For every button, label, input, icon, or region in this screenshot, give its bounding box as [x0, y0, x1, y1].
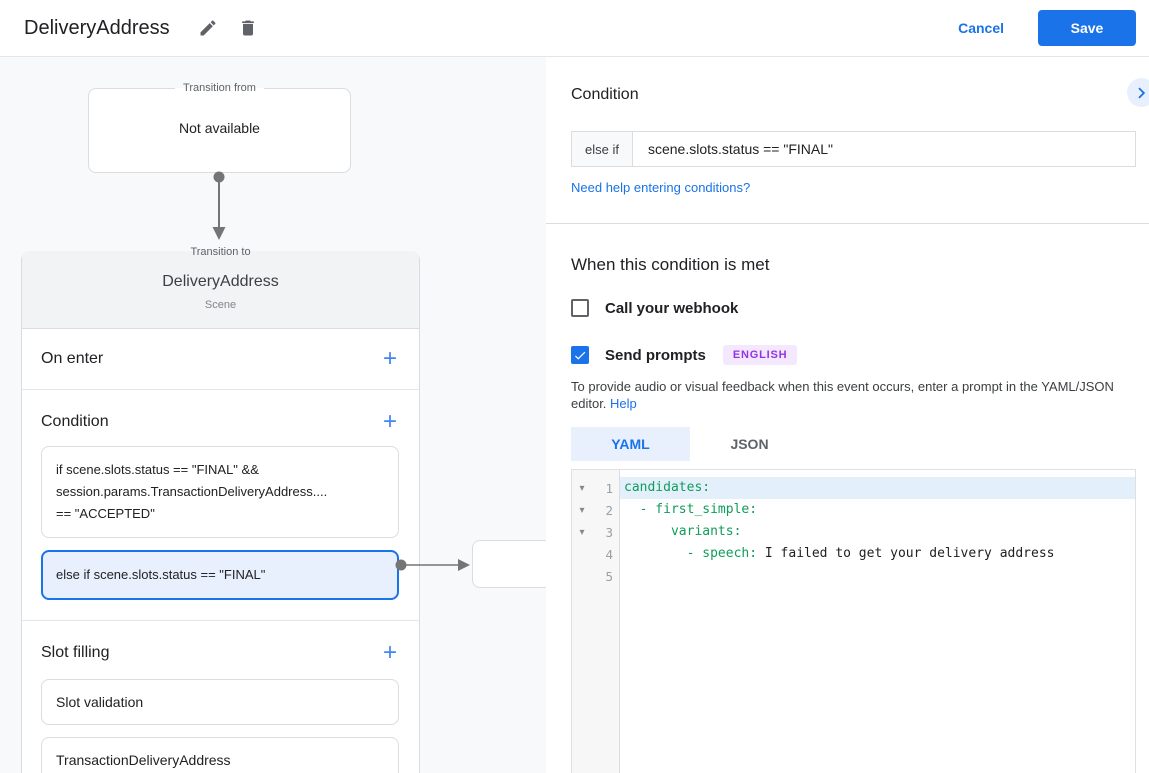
gutter-row: ▾ 3 — [572, 521, 619, 543]
transition-from-label: Transition from — [183, 82, 256, 94]
slot-filling-label: Slot filling — [41, 644, 110, 661]
line-number: 5 — [605, 568, 613, 584]
gutter-row: 5 — [572, 565, 619, 587]
condition-expression-input[interactable] — [632, 132, 1135, 166]
transition-to-label: Transition to — [190, 246, 251, 258]
condition-detail-panel: Condition else if Need help entering con… — [546, 57, 1149, 773]
plus-icon: + — [382, 639, 397, 666]
slot-filling-section: Slot filling + Slot validation Transacti… — [22, 621, 419, 773]
yaml-key-token: - speech: — [624, 546, 758, 561]
condition-transition-arrow — [395, 559, 470, 571]
line-number: 2 — [605, 502, 613, 518]
scene-diagram-panel: Transition from Not available Transition… — [0, 57, 546, 773]
editor-format-tabs: YAML JSON — [571, 427, 1136, 461]
yaml-key-token: - first_simple: — [624, 502, 758, 517]
line-number: 4 — [605, 546, 613, 562]
slot-item[interactable]: Slot validation — [41, 679, 399, 725]
fold-arrow-icon[interactable]: ▾ — [572, 505, 592, 516]
section-divider — [546, 223, 1149, 224]
editor-code[interactable]: candidates: - first_simple: variants: - … — [620, 470, 1135, 773]
code-line[interactable]: variants: — [620, 521, 1135, 543]
help-link[interactable]: Help — [610, 396, 637, 411]
condition-input-row: else if — [571, 131, 1136, 167]
condition-line: == "ACCEPTED" — [56, 506, 155, 521]
scene-name: DeliveryAddress — [162, 273, 279, 290]
gutter-row: ▾ 2 — [572, 499, 619, 521]
transition-target-node[interactable] — [472, 540, 546, 588]
yaml-value-token: I failed to get your delivery address — [757, 546, 1055, 561]
condition-label: Condition — [41, 413, 109, 430]
line-number: 3 — [605, 524, 613, 540]
scene-card: Transition to DeliveryAddress Scene On e… — [21, 246, 420, 773]
edit-button[interactable] — [192, 12, 224, 44]
delete-button[interactable] — [232, 12, 264, 44]
line-number: 1 — [605, 480, 613, 496]
yaml-key-token: candidates: — [624, 480, 711, 495]
check-icon — [574, 351, 586, 360]
when-condition-heading: When this condition is met — [571, 255, 770, 274]
fold-arrow-icon[interactable]: ▾ — [572, 527, 592, 538]
transition-arrow-down — [212, 171, 226, 240]
tab-yaml[interactable]: YAML — [571, 427, 690, 461]
condition-section: Condition + if scene.slots.status == "FI… — [22, 390, 419, 621]
cancel-button[interactable]: Cancel — [942, 12, 1020, 44]
scene-card-header: DeliveryAddress Scene — [22, 251, 419, 329]
conditions-help-link[interactable]: Need help entering conditions? — [571, 180, 750, 195]
condition-item[interactable]: if scene.slots.status == "FINAL" && sess… — [41, 446, 399, 538]
yaml-key-token: variants: — [624, 524, 742, 539]
page-title: DeliveryAddress — [24, 16, 170, 39]
language-badge: ENGLISH — [722, 345, 798, 365]
webhook-checkbox[interactable] — [571, 299, 589, 317]
transition-from-content: Not available — [179, 120, 260, 137]
code-line[interactable]: candidates: — [620, 477, 1135, 499]
tab-json[interactable]: JSON — [690, 427, 809, 461]
send-prompts-checkbox[interactable] — [571, 346, 589, 364]
gutter-row: ▾ 1 — [572, 477, 619, 499]
webhook-label[interactable]: Call your webhook — [605, 300, 738, 317]
add-condition-button[interactable]: + — [381, 410, 399, 434]
code-line[interactable]: - speech: I failed to get your delivery … — [620, 543, 1135, 565]
add-on-enter-button[interactable]: + — [381, 347, 399, 371]
save-button[interactable]: Save — [1038, 10, 1136, 46]
chevron-right-icon — [1137, 87, 1145, 98]
code-line[interactable]: - first_simple: — [620, 499, 1135, 521]
webhook-row: Call your webhook — [571, 299, 1136, 317]
hint-text: To provide audio or visual feedback when… — [571, 379, 1114, 411]
editor-hint: To provide audio or visual feedback when… — [571, 378, 1127, 412]
condition-line: if scene.slots.status == "FINAL" && — [56, 462, 259, 477]
scene-editor: DeliveryAddress Cancel Save Transition f… — [0, 0, 1149, 773]
condition-line: session.params.TransactionDeliveryAddres… — [56, 484, 328, 499]
top-bar: DeliveryAddress Cancel Save — [0, 0, 1149, 57]
on-enter-label: On enter — [41, 350, 104, 367]
add-slot-button[interactable]: + — [381, 641, 399, 665]
pencil-icon — [200, 20, 216, 36]
trash-icon — [241, 20, 254, 36]
on-enter-section: On enter + — [22, 329, 419, 390]
scene-type: Scene — [204, 299, 237, 311]
send-prompts-label[interactable]: Send prompts — [605, 347, 706, 364]
plus-icon: + — [382, 408, 397, 435]
code-line[interactable] — [620, 565, 1135, 587]
transition-from-node: Transition from Not available — [88, 82, 351, 173]
panel-title: Condition — [571, 86, 639, 103]
plus-icon: + — [382, 345, 397, 372]
condition-item-selected[interactable]: else if scene.slots.status == "FINAL" — [41, 550, 399, 600]
slot-item[interactable]: TransactionDeliveryAddress — [41, 737, 399, 773]
yaml-code-editor[interactable]: ▾ 1 ▾ 2 ▾ 3 4 5 candidates: - first_simple: var… — [571, 469, 1136, 773]
condition-prefix: else if — [572, 132, 633, 166]
collapse-panel-button[interactable] — [1127, 78, 1149, 107]
fold-arrow-icon[interactable]: ▾ — [572, 483, 592, 494]
send-prompts-row: Send prompts ENGLISH — [571, 345, 1136, 365]
editor-gutter: ▾ 1 ▾ 2 ▾ 3 4 5 — [572, 470, 620, 773]
condition-line: else if scene.slots.status == "FINAL" — [56, 567, 266, 582]
gutter-row: 4 — [572, 543, 619, 565]
